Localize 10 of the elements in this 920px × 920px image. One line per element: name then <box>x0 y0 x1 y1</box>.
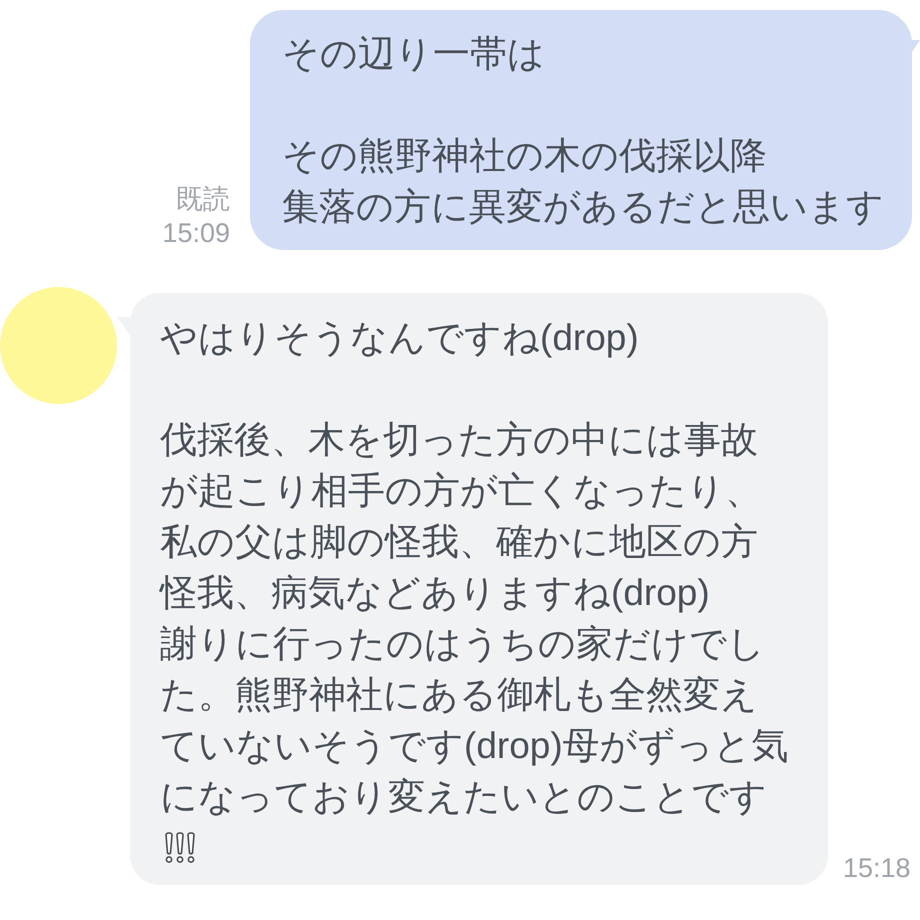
read-receipt: 既読 <box>176 183 230 216</box>
exclamation-marks-icon <box>164 832 198 864</box>
message-time: 15:09 <box>162 217 230 250</box>
message-text: やはりそうなんですね(drop) <box>160 316 640 360</box>
message-text: 謝りに行ったのはうちの家だけでした。熊野神社にある御札も全然変えていないそうです(drop)母がずっと気になっており変えたいとのことです <box>160 622 790 819</box>
message-text: その辺り一帯は <box>282 32 546 76</box>
message-text: 伐採後、木を切った方の中には事故が起こり相手の方が亡くなったり、私の父は脚の怪我、確かに地区の方怪我、病気などありますね(drop) <box>160 418 763 615</box>
message-text: 集落の方に異変があるだと思います <box>282 185 884 229</box>
message-time: 15:18 <box>843 852 911 885</box>
message-text: その熊野神社の木の伐採以降 <box>282 134 768 178</box>
